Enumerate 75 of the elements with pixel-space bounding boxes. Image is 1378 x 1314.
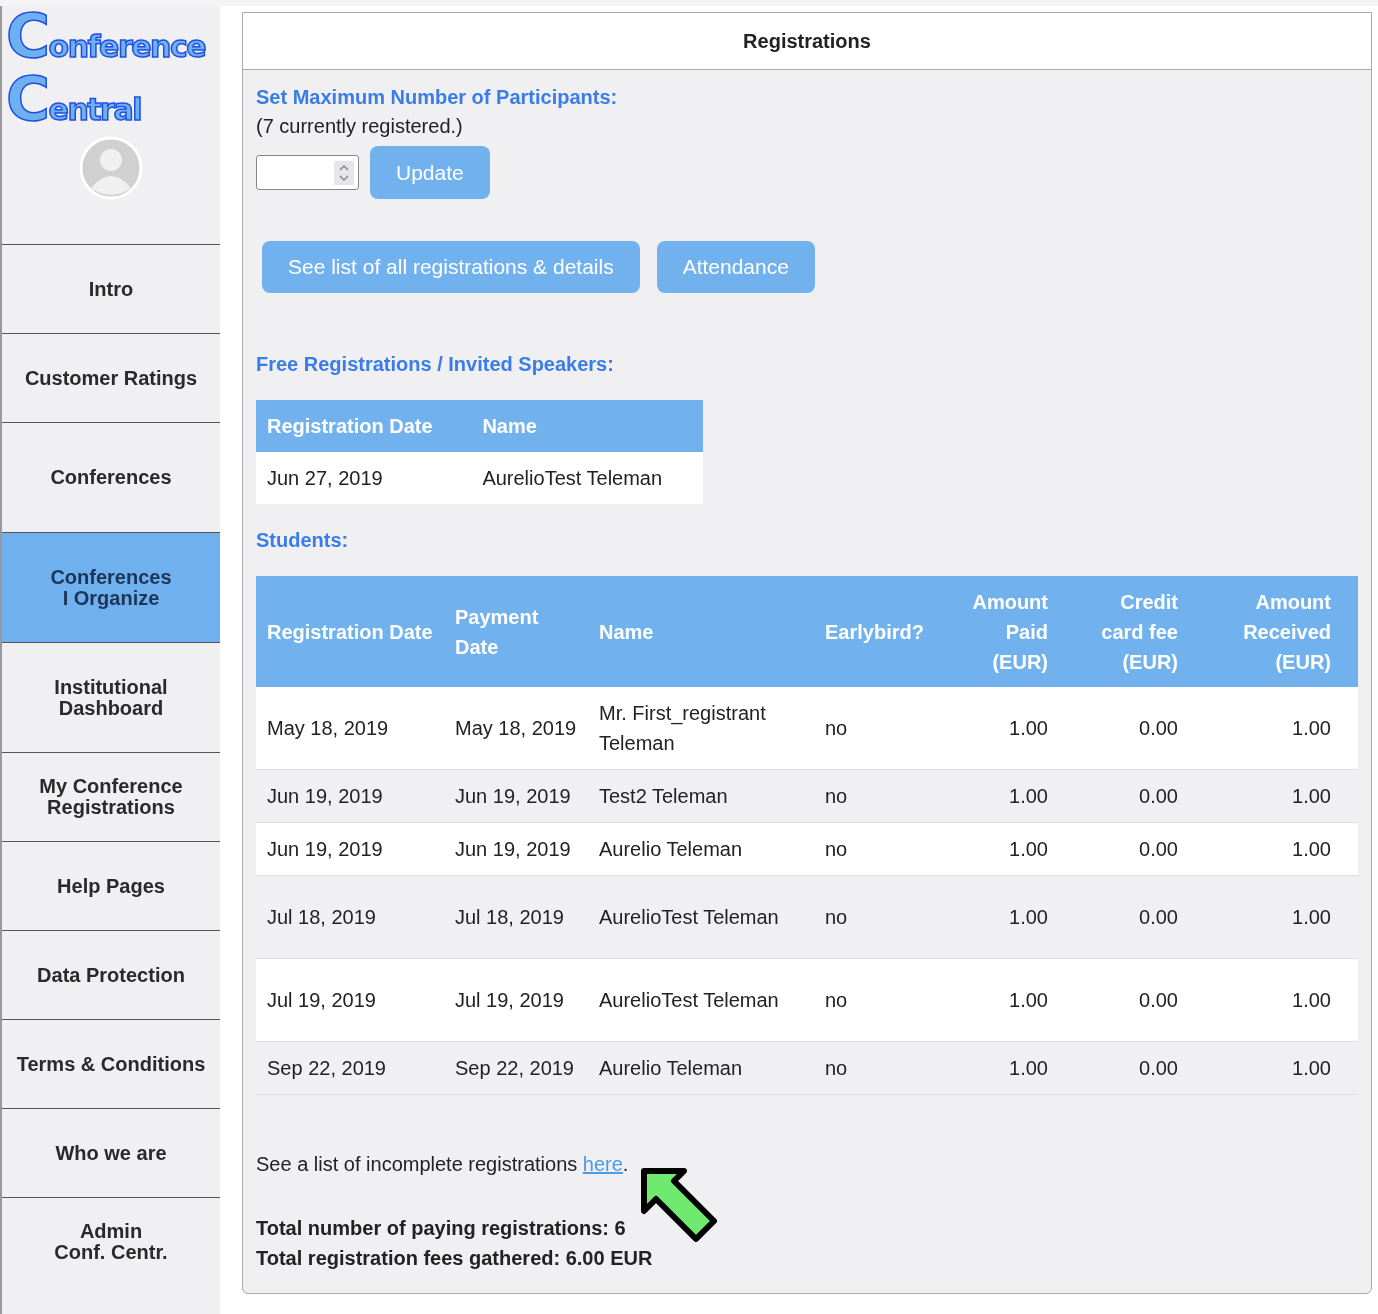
table-cell: 1.00	[940, 769, 1075, 823]
table-cell: May 18, 2019	[256, 687, 444, 770]
registered-count: (7 currently registered.)	[256, 115, 464, 138]
table-cell: 0.00	[1075, 958, 1205, 1042]
table-cell: 0.00	[1075, 822, 1205, 876]
sidebar-item[interactable]: Help Pages	[2, 841, 220, 930]
table-cell: May 18, 2019	[444, 687, 588, 770]
table-cell: AurelioTest Teleman	[588, 875, 814, 959]
table-cell: Jul 18, 2019	[444, 875, 588, 959]
table-cell: 1.00	[940, 875, 1075, 959]
table-cell: 1.00	[940, 822, 1075, 876]
sidebar-item[interactable]: Data Protection	[2, 930, 220, 1019]
column-header: Earlybird?	[814, 576, 940, 687]
table-cell: no	[814, 958, 940, 1042]
table-cell: AurelioTest Teleman	[471, 452, 703, 504]
table-cell: 1.00	[1205, 958, 1358, 1042]
table-cell: no	[814, 687, 940, 770]
table-cell: AurelioTest Teleman	[588, 958, 814, 1042]
table-cell: 0.00	[1075, 687, 1205, 770]
sidebar-item[interactable]: Institutional Dashboard	[2, 642, 220, 752]
table-cell: 1.00	[1205, 875, 1358, 959]
sidebar-item[interactable]: Conferences I Organize	[2, 532, 220, 642]
table-cell: 0.00	[1075, 875, 1205, 959]
sidebar-item[interactable]: Terms & Conditions	[2, 1019, 220, 1108]
logo: Conference Central	[5, 6, 207, 136]
table-cell: no	[814, 875, 940, 959]
table-cell: 1.00	[1205, 822, 1358, 876]
table-cell: Jun 19, 2019	[256, 822, 444, 876]
section-heading: Set Maximum Number of Participants:	[256, 86, 619, 109]
number-field[interactable]	[256, 155, 359, 190]
sidebar-item[interactable]: Who we are	[2, 1108, 220, 1197]
table-cell: 1.00	[1205, 1041, 1358, 1095]
table-cell: no	[814, 822, 940, 876]
column-header: Registration Date	[256, 400, 472, 452]
table-cell: Aurelio Teleman	[588, 1041, 814, 1095]
table-cell: Mr. First_registrant Teleman	[588, 687, 814, 770]
incomplete-note: See a list of incomplete registrations here.	[256, 1153, 629, 1176]
sidebar-item[interactable]: Admin Conf. Centr.	[2, 1197, 220, 1286]
section-heading: Students:	[256, 529, 350, 552]
panel-title: Registrations	[743, 29, 871, 53]
table-cell: Sep 22, 2019	[444, 1041, 588, 1095]
table-cell: Aurelio Teleman	[588, 822, 814, 876]
table-cell: no	[814, 769, 940, 823]
column-header: Credit card fee (EUR)	[1075, 576, 1205, 687]
table-cell: Sep 22, 2019	[256, 1041, 444, 1095]
table-cell: 1.00	[1205, 687, 1358, 770]
table-cell: Jul 19, 2019	[256, 958, 444, 1042]
table-cell: Test2 Teleman	[588, 769, 814, 823]
total-line: Total number of paying registrations: 6	[256, 1216, 627, 1241]
table-cell: Jun 27, 2019	[256, 452, 472, 504]
table-cell: Jul 18, 2019	[256, 875, 444, 959]
column-header: Name	[588, 576, 814, 687]
avatar-icon	[79, 136, 143, 200]
spinner-icon[interactable]	[334, 160, 354, 185]
sidebar-item[interactable]: Customer Ratings	[2, 333, 220, 422]
table-cell: Jul 19, 2019	[444, 958, 588, 1042]
table-cell: 0.00	[1075, 1041, 1205, 1095]
column-header: Name	[471, 400, 703, 452]
table-cell: 1.00	[940, 687, 1075, 770]
table-cell: Jun 19, 2019	[444, 769, 588, 823]
sidebar-item[interactable]: My Conference Registrations	[2, 752, 220, 841]
section-heading: Free Registrations / Invited Speakers:	[256, 353, 615, 376]
column-header: Payment Date	[444, 576, 588, 687]
total-line: Total registration fees gathered: 6.00 EUR	[256, 1246, 654, 1271]
column-header: Amount Received (EUR)	[1205, 576, 1358, 687]
table-cell: Jun 19, 2019	[256, 769, 444, 823]
table-cell: no	[814, 1041, 940, 1095]
column-header: Amount Paid (EUR)	[940, 576, 1075, 687]
table-cell: 1.00	[940, 1041, 1075, 1095]
table-cell: 1.00	[1205, 769, 1358, 823]
table-cell: 1.00	[940, 958, 1075, 1042]
sidebar-item[interactable]: Intro	[2, 244, 220, 333]
table-cell: 0.00	[1075, 769, 1205, 823]
table-cell: Jun 19, 2019	[444, 822, 588, 876]
column-header: Registration Date	[256, 576, 444, 687]
